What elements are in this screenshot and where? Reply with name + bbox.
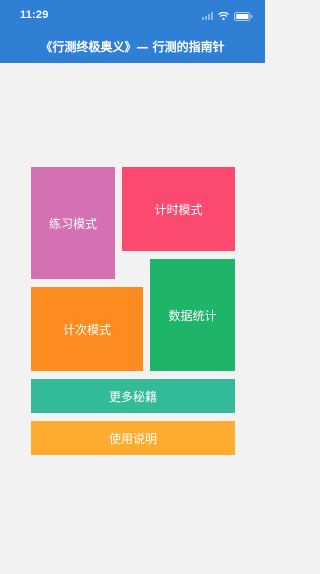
status-icons: [202, 11, 253, 21]
more-tips-button[interactable]: 更多秘籍: [31, 379, 235, 413]
status-time: 11:29: [20, 9, 49, 21]
timer-mode-label: 计时模式: [154, 202, 203, 217]
instructions-label: 使用说明: [108, 431, 157, 446]
app-screen: 11:29 《行测终极奥义》— 行测的指南针 练习模式 计时模式 数据统计 计次…: [0, 0, 265, 574]
page-title: 《行测终极奥义》— 行测的指南针: [40, 40, 225, 54]
timer-mode-button[interactable]: 计时模式: [122, 167, 235, 251]
practice-mode-button[interactable]: 练习模式: [31, 167, 115, 279]
wifi-icon: [218, 12, 229, 20]
count-mode-button[interactable]: 计次模式: [31, 287, 143, 371]
statistics-button[interactable]: 数据统计: [150, 259, 235, 371]
header-bar: 11:29 《行测终极奥义》— 行测的指南针: [0, 0, 265, 63]
status-bar: 11:29: [0, 0, 265, 30]
practice-mode-label: 练习模式: [48, 216, 97, 231]
cellular-signal-icon: [202, 12, 213, 20]
battery-icon: [234, 11, 253, 21]
instructions-button[interactable]: 使用说明: [31, 421, 235, 455]
more-tips-label: 更多秘籍: [108, 389, 157, 404]
count-mode-label: 计次模式: [62, 322, 111, 337]
statistics-label: 数据统计: [168, 308, 217, 323]
